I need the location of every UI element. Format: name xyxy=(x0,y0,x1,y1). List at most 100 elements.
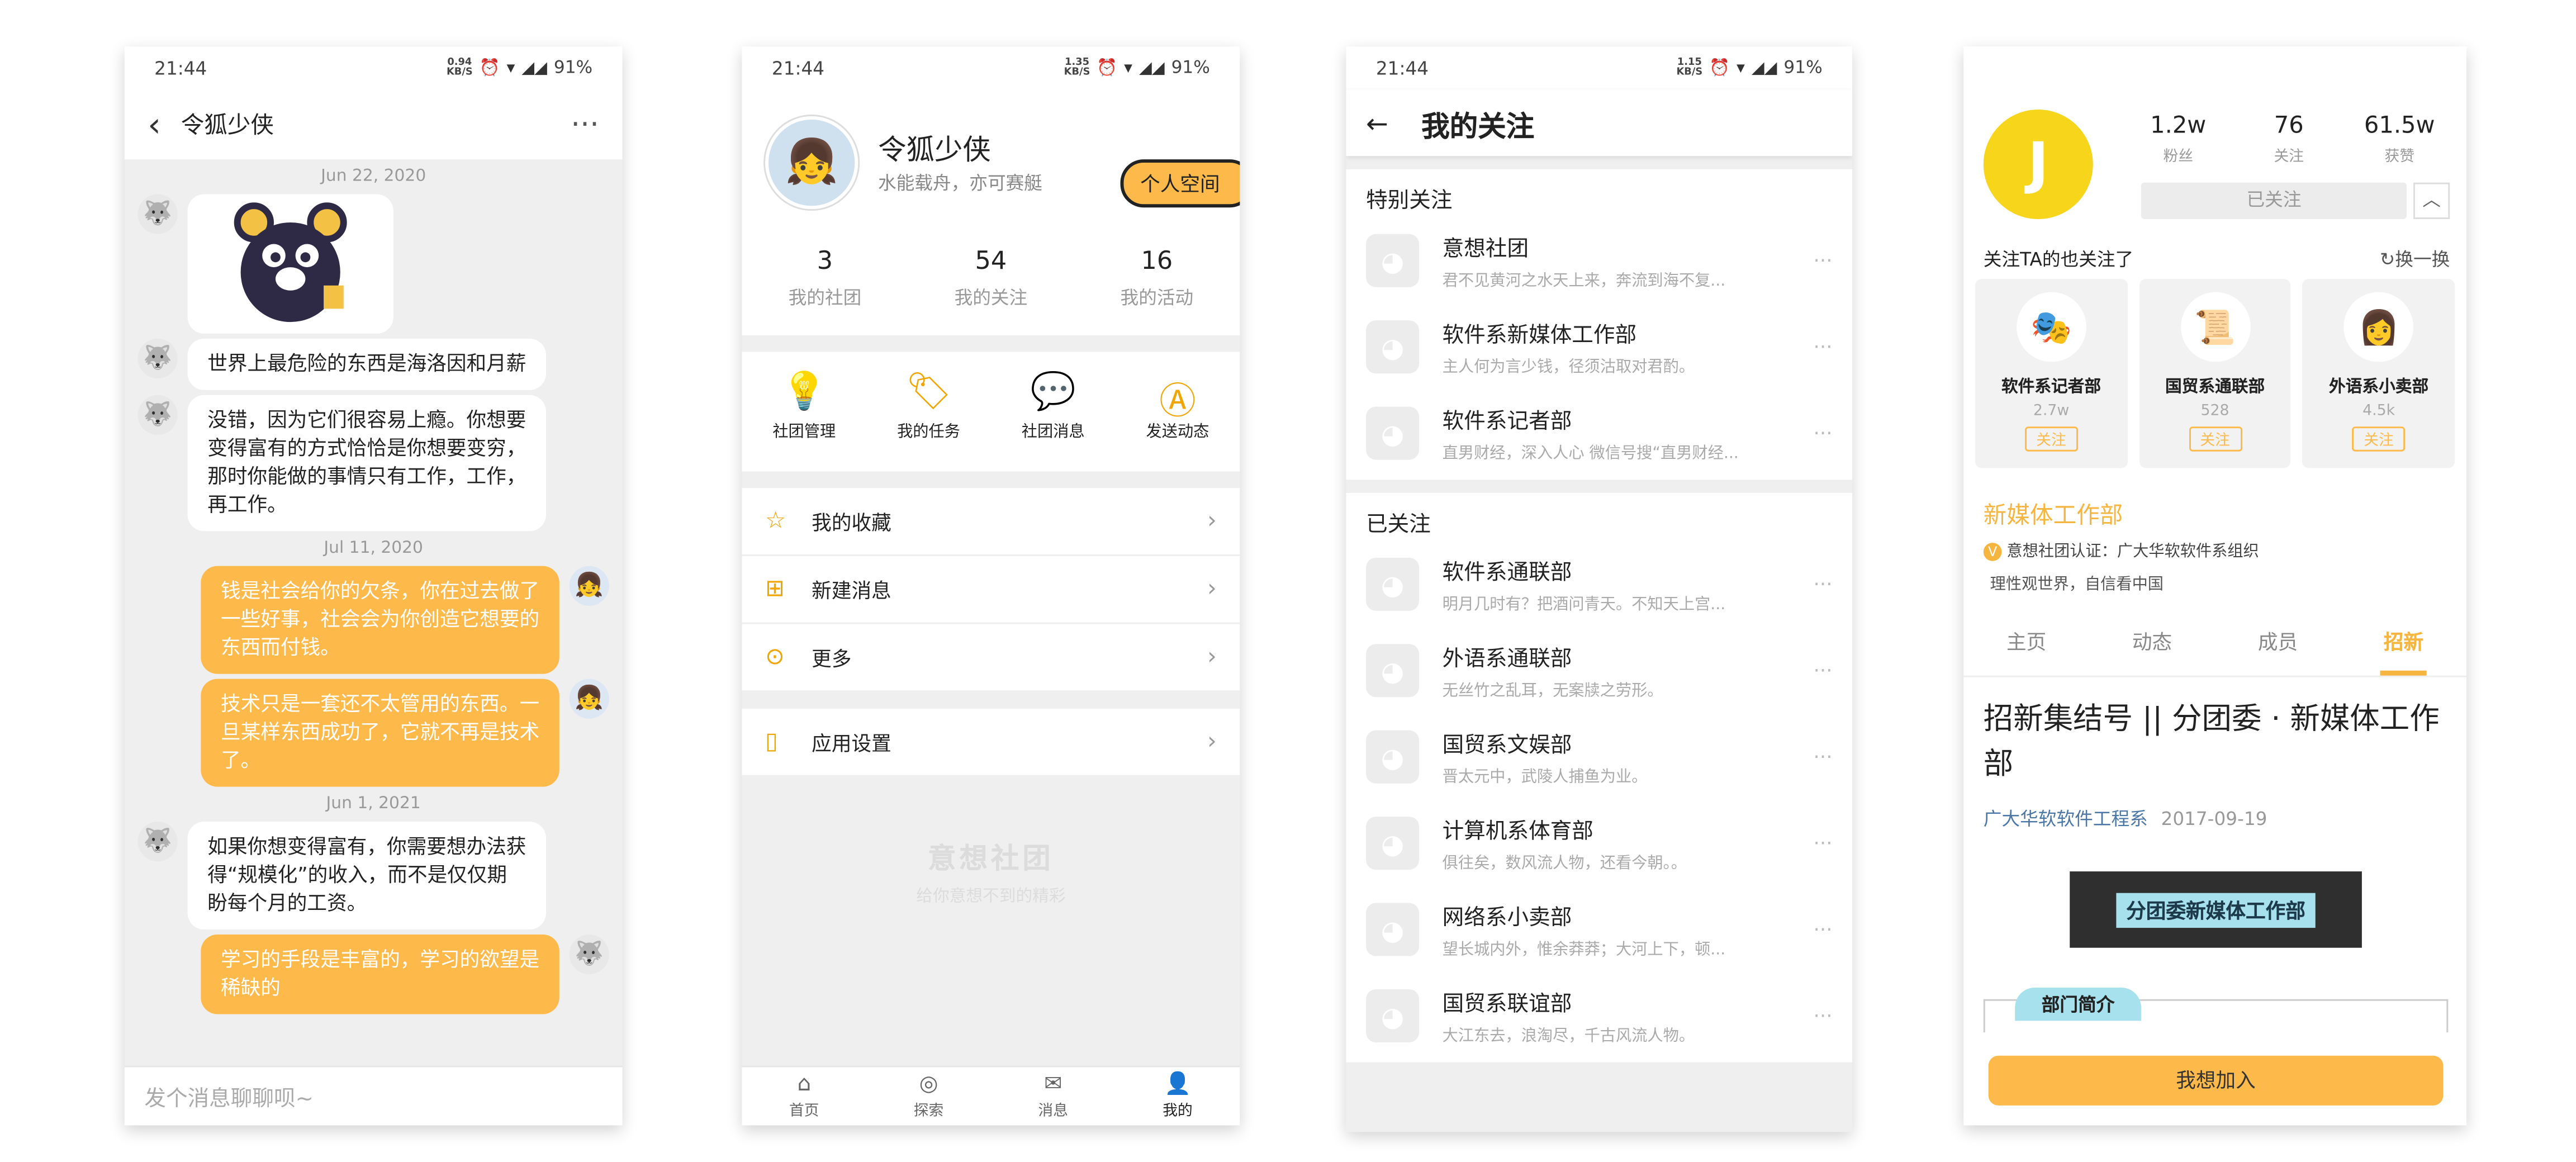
recommend-cards: 🎭 软件系记者部 2.7w 关注 📜 国贸系通联部 528 关注 👩 外语系小卖部 4.5k 关注 xyxy=(1975,278,2455,468)
more-icon[interactable]: ··· xyxy=(1814,832,1833,855)
tab-posts[interactable]: 动态 xyxy=(2089,628,2215,676)
list-item[interactable]: ◕ 网络系小卖部 望长城内外，惟余莽莽；大河上下，顿... ··· xyxy=(1346,886,1852,973)
tab-me[interactable]: 👤 我的 xyxy=(1116,1068,1240,1126)
more-icon[interactable]: ··· xyxy=(1814,335,1833,359)
more-icon[interactable]: ··· xyxy=(1814,659,1833,682)
stat-my-clubs[interactable]: 3 我的社团 xyxy=(742,246,908,311)
more-icon[interactable]: ··· xyxy=(1814,1004,1833,1028)
message-input[interactable]: 发个消息聊聊呗~ xyxy=(124,1065,623,1126)
girl-avatar[interactable]: 👧 xyxy=(569,566,609,606)
club-avatar-icon: ◕ xyxy=(1366,644,1420,698)
signal-icon: ◢◢ xyxy=(521,59,547,78)
battery-level: 91% xyxy=(553,58,593,78)
refresh-button[interactable]: ↻换一换 xyxy=(2380,246,2450,273)
home-icon: ⌂ xyxy=(797,1072,812,1097)
article-author[interactable]: 广大华软软件工程系 xyxy=(1984,808,2148,830)
tab-home[interactable]: 主页 xyxy=(1963,628,2089,676)
club-avatar-icon: 🎭 xyxy=(2016,292,2086,362)
chevron-up-icon[interactable]: ︿ xyxy=(2413,182,2450,220)
list-item[interactable]: ◕ 软件系新媒体工作部 主人何为言少钱，径须沽取对君酌。 ··· xyxy=(1346,303,1852,390)
dog-avatar[interactable]: 🐺 xyxy=(137,194,178,234)
club-avatar-icon: ◕ xyxy=(1366,406,1420,460)
arrow-left-icon[interactable]: ← xyxy=(1366,107,1388,139)
menu-item-settings[interactable]: ▯ 应用设置 › xyxy=(742,709,1240,777)
stat-my-follows[interactable]: 54 我的关注 xyxy=(908,246,1074,311)
sticker-image[interactable] xyxy=(187,194,393,334)
join-button[interactable]: 我想加入 xyxy=(1988,1055,2444,1106)
list-item[interactable]: ◕ 软件系通联部 明月几时有？把酒问青天。不知天上宫... ··· xyxy=(1346,541,1852,627)
list-item[interactable]: ◕ 外语系通联部 无丝竹之乱耳，无案牍之劳形。 ··· xyxy=(1346,628,1852,714)
status-time: 21:44 xyxy=(771,57,825,79)
tab-explore[interactable]: ◎ 探索 xyxy=(866,1068,991,1126)
list-item[interactable]: ◕ 软件系记者部 直男财经，深入人心 微信号搜“直男财经... ··· xyxy=(1346,390,1852,476)
list-item[interactable]: ◕ 国贸系文娱部 晋太元中，武陵人捕鱼为业。 ··· xyxy=(1346,714,1852,800)
tab-home[interactable]: ⌂ 首页 xyxy=(742,1068,866,1126)
intro-section: 部门简介 xyxy=(1983,987,2449,1033)
verified-icon: V xyxy=(1983,543,2002,561)
profile-avatar[interactable]: 👧 xyxy=(765,116,858,210)
more-icon[interactable]: ··· xyxy=(1814,421,1833,445)
menu-item-more[interactable]: ⊙ 更多 › xyxy=(742,624,1240,693)
more-icon[interactable]: ··· xyxy=(1814,918,1833,941)
club-logo[interactable]: J xyxy=(1983,110,2093,220)
more-icon[interactable]: ··· xyxy=(1814,573,1833,596)
grid-item-post[interactable]: Ⓐ 发送动态 xyxy=(1116,372,1240,471)
menu-item-favorites[interactable]: ☆ 我的收藏 › xyxy=(742,488,1240,556)
follow-button[interactable]: 关注 xyxy=(2352,426,2406,452)
user-icon: 👤 xyxy=(1164,1072,1192,1097)
recommend-card[interactable]: 👩 外语系小卖部 4.5k 关注 xyxy=(2302,278,2455,468)
star-icon: ☆ xyxy=(765,508,786,535)
club-tabs: 主页 动态 成员 招新 xyxy=(1963,628,2466,677)
message-row: 🐺 世界上最危险的东西是海洛因和月薪 xyxy=(125,338,623,390)
status-bar: 21:44 1.35 KB/S ⏰ ▾ ◢◢ 91% xyxy=(742,46,1240,89)
recommend-card[interactable]: 🎭 软件系记者部 2.7w 关注 xyxy=(1975,278,2128,468)
follow-button[interactable]: 关注 xyxy=(2188,426,2242,452)
dog-avatar[interactable]: 🐺 xyxy=(137,338,178,379)
message-row: 学习的手段是丰富的，学习的欲望是稀缺的 🐺 xyxy=(125,934,623,1014)
tab-messages[interactable]: ✉ 消息 xyxy=(991,1068,1116,1126)
list-item[interactable]: ◕ 计算机系体育部 俱往矣，数风流人物，还看今朝。。 ··· xyxy=(1346,800,1852,886)
dog-avatar[interactable]: 🐺 xyxy=(569,934,609,975)
alarm-icon: ⏰ xyxy=(479,59,500,78)
list-item[interactable]: ◕ 国贸系联谊部 大江东去，浪淘尽，千古风流人物。 ··· xyxy=(1346,973,1852,1059)
message-bubble[interactable]: 如果你想变得富有，你需要想办法获得“规模化”的收入，而不是仅仅期盼每个月的工资。 xyxy=(187,822,547,930)
message-bubble[interactable]: 钱是社会给你的欠条，你在过去做了一些好事，社会会为你创造它想要的东西而付钱。 xyxy=(201,566,559,674)
message-bubble[interactable]: 技术只是一套还不太管用的东西。一旦某样东西成功了，它就不再是技术了。 xyxy=(201,679,559,787)
more-icon[interactable]: ··· xyxy=(1814,249,1833,272)
menu-item-new-message[interactable]: ⊞ 新建消息 › xyxy=(742,556,1240,624)
tab-recruit[interactable]: 招新 xyxy=(2341,628,2466,676)
chat-screen: 21:44 0.94 KB/S ⏰ ▾ ◢◢ 91% ‹ 令狐少侠 ··· Jun… xyxy=(124,46,623,1126)
grid-item-club-manage[interactable]: 💡 社团管理 xyxy=(742,372,866,471)
recommend-card[interactable]: 📜 国贸系通联部 528 关注 xyxy=(2138,278,2292,468)
club-avatar-icon: ◕ xyxy=(1366,730,1420,784)
stat-likes[interactable]: 61.5w 获赞 xyxy=(2344,113,2455,166)
grid-item-club-messages[interactable]: 💬 社团消息 xyxy=(991,372,1116,471)
list-item[interactable]: ◕ 意想社团 君不见黄河之水天上来，奔流到海不复... ··· xyxy=(1346,217,1852,303)
chevron-left-icon[interactable]: ‹ xyxy=(148,105,161,144)
dog-avatar[interactable]: 🐺 xyxy=(137,395,178,435)
stat-my-activities[interactable]: 16 我的活动 xyxy=(1074,246,1240,311)
grid-item-my-tasks[interactable]: 🏷 我的任务 xyxy=(866,372,991,471)
wifi-icon: ▾ xyxy=(506,59,515,78)
plus-icon: ⊞ xyxy=(765,576,785,603)
stat-fans[interactable]: 1.2w 粉丝 xyxy=(2123,113,2233,166)
more-icon[interactable]: ··· xyxy=(1814,745,1833,769)
more-circle-icon: ⊙ xyxy=(765,644,785,671)
message-row: 钱是社会给你的欠条，你在过去做了一些好事，社会会为你创造它想要的东西而付钱。 👧 xyxy=(125,566,623,674)
message-bubble[interactable]: 学习的手段是丰富的，学习的欲望是稀缺的 xyxy=(201,934,559,1014)
message-bubble[interactable]: 世界上最危险的东西是海洛因和月薪 xyxy=(187,338,547,390)
chevron-right-icon: › xyxy=(1207,576,1217,603)
follow-button[interactable]: 关注 xyxy=(2024,426,2078,452)
signal-icon: ◢◢ xyxy=(1139,59,1165,78)
chevron-right-icon: › xyxy=(1207,728,1217,756)
girl-avatar[interactable]: 👧 xyxy=(569,679,609,719)
personal-space-button[interactable]: 个人空间 xyxy=(1120,159,1240,208)
more-icon[interactable]: ··· xyxy=(571,107,599,142)
club-avatar-icon: ◕ xyxy=(1366,557,1420,611)
dog-avatar[interactable]: 🐺 xyxy=(137,822,178,862)
message-bubble[interactable]: 没错，因为它们很容易上瘾。你想要变得富有的方式恰恰是你想要变穷，那时你能做的事情… xyxy=(187,395,547,532)
tab-members[interactable]: 成员 xyxy=(2215,628,2341,676)
recommend-title: 关注TA的也关注了 xyxy=(1983,249,2134,271)
stat-following[interactable]: 76 关注 xyxy=(2233,113,2344,166)
followed-button[interactable]: 已关注 xyxy=(2141,182,2407,220)
